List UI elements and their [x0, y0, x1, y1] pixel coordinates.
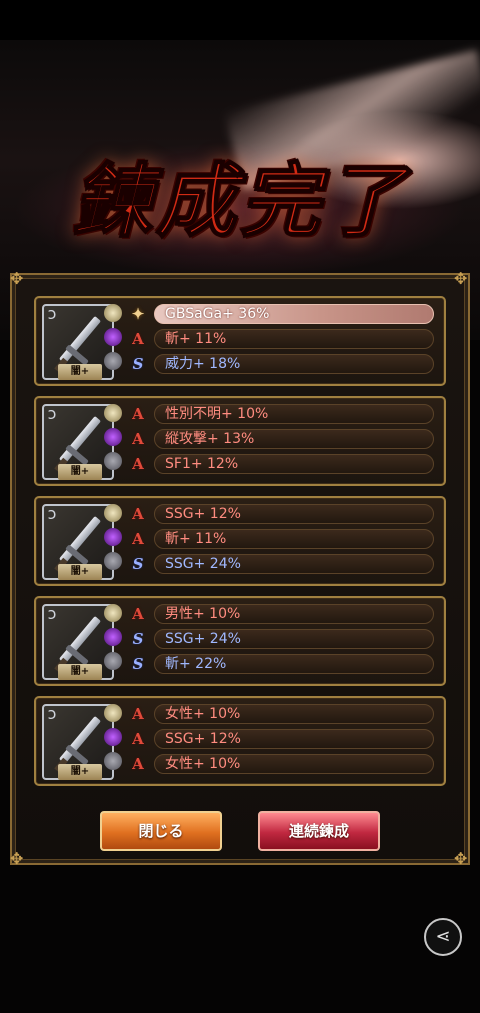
skill-row: S 斬+ 22% [128, 653, 434, 675]
skill-s-icon: S [132, 655, 144, 673]
skill-value: 女性+ 10% [154, 754, 434, 774]
material-icons [104, 704, 124, 784]
chain-icon [104, 352, 122, 370]
skill-row: A SSG+ 12% [128, 728, 434, 750]
result-card[interactable]: ↄ 闇+ A 女性+ 10% A SSG+ 12% A 女性+ 10% [34, 696, 446, 786]
corner-ornament-icon: ✥ [454, 849, 468, 868]
skill-row: A 斬+ 11% [128, 328, 434, 350]
skill-value: 男性+ 10% [154, 604, 434, 624]
skill-value: SF1+ 12% [154, 454, 434, 474]
skill-list: A SSG+ 12% A 斬+ 11% S SSG+ 24% [128, 503, 434, 578]
gem-icon [104, 528, 122, 546]
skill-a-icon: A [132, 505, 144, 523]
weapon-label: 闇+ [58, 764, 102, 780]
corner-ornament-icon: ✥ [454, 269, 468, 288]
skill-s-icon: S [132, 355, 144, 373]
material-orb-icon [104, 304, 122, 322]
skill-value: SSG+ 12% [154, 729, 434, 749]
material-orb-icon [104, 604, 122, 622]
skill-list: A 男性+ 10% S SSG+ 24% S 斬+ 22% [128, 603, 434, 678]
skill-list: A 女性+ 10% A SSG+ 12% A 女性+ 10% [128, 703, 434, 778]
share-icon[interactable]: ⋖ [424, 918, 462, 956]
material-orb-icon [104, 404, 122, 422]
gem-icon [104, 428, 122, 446]
skill-a-icon: A [132, 705, 144, 723]
result-card[interactable]: ↄ 闇+ ✦ GBSaGa+ 36% A 斬+ 11% S 威力+ 18% [34, 296, 446, 386]
swirl-icon: ↄ [47, 504, 57, 523]
skill-row: A 性別不明+ 10% [128, 403, 434, 425]
skill-row: S 威力+ 18% [128, 353, 434, 375]
chain-icon [104, 652, 122, 670]
result-title: 鍊成完了 [71, 153, 408, 249]
result-card[interactable]: ↄ 闇+ A 性別不明+ 10% A 縦攻撃+ 13% A SF1+ 12% [34, 396, 446, 486]
gem-icon [104, 628, 122, 646]
weapon-label: 闇+ [58, 664, 102, 680]
skill-value: 斬+ 22% [154, 654, 434, 674]
material-orb-icon [104, 504, 122, 522]
material-icons [104, 604, 124, 684]
skill-row: A 斬+ 11% [128, 528, 434, 550]
result-card[interactable]: ↄ 闇+ A 男性+ 10% S SSG+ 24% S 斬+ 22% [34, 596, 446, 686]
skill-row: A 女性+ 10% [128, 703, 434, 725]
skill-a-icon: A [132, 755, 144, 773]
skill-value: 斬+ 11% [154, 529, 434, 549]
skill-list: ✦ GBSaGa+ 36% A 斬+ 11% S 威力+ 18% [128, 303, 434, 378]
skill-s-icon: S [132, 555, 144, 573]
skill-a-icon: A [132, 330, 144, 348]
skill-value: SSG+ 24% [154, 629, 434, 649]
material-icons [104, 404, 124, 484]
weapon-label: 闇+ [58, 364, 102, 380]
special-skill-icon: ✦ [131, 305, 145, 323]
skill-value: 斬+ 11% [154, 329, 434, 349]
result-card[interactable]: ↄ 闇+ A SSG+ 12% A 斬+ 11% S SSG+ 24% [34, 496, 446, 586]
skill-a-icon: A [132, 430, 144, 448]
skill-value: 性別不明+ 10% [154, 404, 434, 424]
skill-a-icon: A [132, 530, 144, 548]
corner-ornament-icon: ✥ [10, 269, 24, 288]
continue-forge-button[interactable]: 連続鍊成 [258, 811, 380, 851]
skill-a-icon: A [132, 605, 144, 623]
chain-icon [104, 452, 122, 470]
skill-list: A 性別不明+ 10% A 縦攻撃+ 13% A SF1+ 12% [128, 403, 434, 478]
corner-ornament-icon: ✥ [10, 849, 24, 868]
close-button[interactable]: 閉じる [100, 811, 222, 851]
chain-icon [104, 752, 122, 770]
skill-a-icon: A [132, 730, 144, 748]
skill-value: 女性+ 10% [154, 704, 434, 724]
skill-value: 縦攻撃+ 13% [154, 429, 434, 449]
skill-row: A 男性+ 10% [128, 603, 434, 625]
material-orb-icon [104, 704, 122, 722]
status-area [0, 0, 480, 40]
skill-row: A SF1+ 12% [128, 453, 434, 475]
skill-row: ✦ GBSaGa+ 36% [128, 303, 434, 325]
skill-value: SSG+ 12% [154, 504, 434, 524]
skill-s-icon: S [132, 630, 144, 648]
skill-value: 威力+ 18% [154, 354, 434, 374]
swirl-icon: ↄ [47, 604, 57, 623]
skill-row: A 縦攻撃+ 13% [128, 428, 434, 450]
skill-value: SSG+ 24% [154, 554, 434, 574]
swirl-icon: ↄ [47, 404, 57, 423]
gem-icon [104, 328, 122, 346]
material-icons [104, 304, 124, 384]
skill-row: A 女性+ 10% [128, 753, 434, 775]
skill-row: S SSG+ 24% [128, 553, 434, 575]
chain-icon [104, 552, 122, 570]
gem-icon [104, 728, 122, 746]
swirl-icon: ↄ [47, 704, 57, 723]
skill-value: GBSaGa+ 36% [154, 304, 434, 324]
weapon-label: 闇+ [58, 464, 102, 480]
skill-a-icon: A [132, 455, 144, 473]
material-icons [104, 504, 124, 584]
skill-row: A SSG+ 12% [128, 503, 434, 525]
skill-a-icon: A [132, 405, 144, 423]
swirl-icon: ↄ [47, 304, 57, 323]
skill-row: S SSG+ 24% [128, 628, 434, 650]
weapon-label: 闇+ [58, 564, 102, 580]
